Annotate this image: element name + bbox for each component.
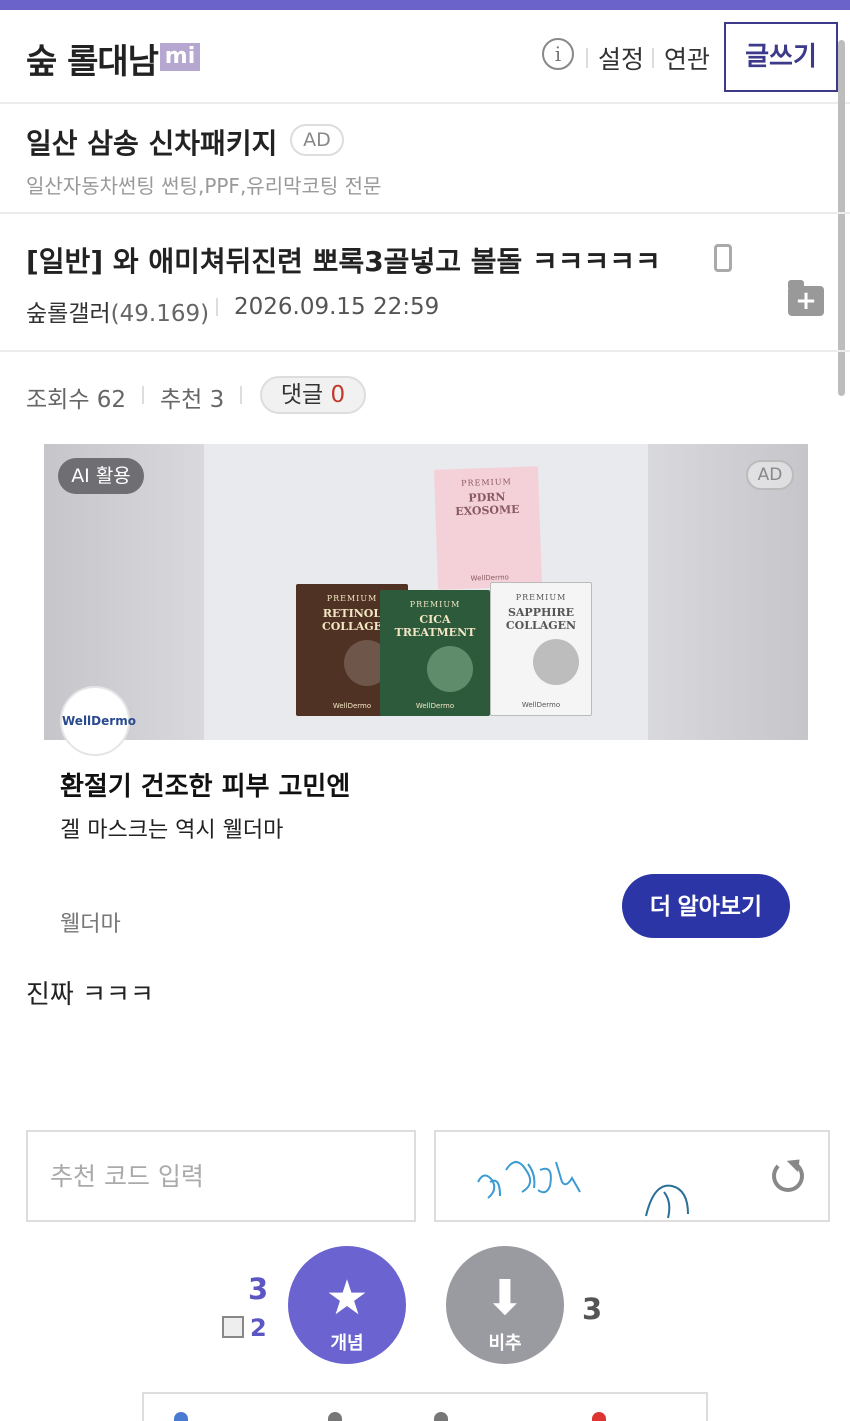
text-ad-title[interactable]: 일산 삼송 신차패키지: [26, 122, 277, 162]
share-icon[interactable]: [174, 1412, 188, 1421]
stats-divider: [142, 386, 144, 404]
vote-down-count: 3: [582, 1292, 603, 1326]
pack-premium-text: PREMIUM: [409, 600, 461, 609]
folder-add-icon[interactable]: +: [788, 280, 824, 316]
refresh-icon[interactable]: [772, 1160, 804, 1192]
mask-face-graphic: [427, 646, 473, 692]
post-author[interactable]: 숲롤갤러(49.169): [26, 294, 209, 328]
post-date: 2026.09.15 22:59: [234, 294, 440, 320]
post-header: [일반] 와 애미쳐뒤진련 뽀록3골넣고 볼돌 ㅋㅋㅋㅋㅋ 숲롤갤러(49.16…: [0, 216, 850, 352]
user-icon[interactable]: [328, 1412, 342, 1421]
not-recommend-button[interactable]: ⬇ 비추: [446, 1246, 564, 1364]
pack-name: SAPPHIRE COLLAGEN: [505, 606, 577, 632]
top-accent-bar: [0, 0, 850, 10]
settings-link[interactable]: 설정: [598, 40, 644, 76]
vote-up-count: 3: [248, 1272, 269, 1306]
pack-name: PDRN EXOSOME: [454, 490, 520, 519]
comments-chip[interactable]: 댓글 0: [260, 376, 366, 414]
product-pack: PREMIUM PDRN EXOSOME WellDermo: [433, 466, 543, 590]
pack-brand: WellDermo: [415, 702, 455, 710]
report-icon[interactable]: [592, 1412, 606, 1421]
author-ip: (49.169): [110, 301, 210, 327]
text-ad-row[interactable]: 일산 삼송 신차패키지 AD 일산자동차썬팅 썬팅,PPF,유리막코팅 전문: [0, 104, 850, 214]
header-divider: [652, 48, 654, 68]
arrow-down-icon: ⬇: [484, 1270, 526, 1326]
brand-logo[interactable]: WellDermo: [60, 686, 136, 756]
ad-brand-name: 웰더마: [60, 912, 121, 937]
recommend-button[interactable]: ★ 개념: [288, 1246, 406, 1364]
view-count: 조회수 62: [26, 387, 127, 413]
ai-usage-chip: AI 활용: [58, 458, 144, 494]
comments-count: 0: [330, 382, 346, 408]
header-divider: [586, 48, 588, 68]
recommend-count: 추천 3: [160, 387, 225, 413]
pack-premium-text: PREMIUM: [461, 477, 512, 488]
ad-subline: 겔 마스크는 역시 웰더마: [60, 818, 284, 843]
mask-face-graphic: [533, 639, 579, 685]
post-title: [일반] 와 애미쳐뒤진련 뽀록3골넣고 볼돌 ㅋㅋㅋㅋㅋ: [26, 245, 661, 278]
star-icon: ★: [325, 1270, 369, 1326]
fixed-vote-icon: [222, 1316, 244, 1338]
gallery-title[interactable]: 숲 롤대남: [26, 34, 159, 83]
info-icon[interactable]: i: [542, 38, 574, 70]
not-recommend-label: 비추: [488, 1333, 522, 1354]
recommend-label: 개념: [330, 1333, 364, 1354]
pack-brand: WellDermo: [521, 701, 561, 709]
learn-more-button[interactable]: 더 알아보기: [622, 874, 790, 938]
captcha-image: [477, 1161, 689, 1219]
fixed-vote-count: 2: [222, 1314, 267, 1342]
related-link[interactable]: 연관: [664, 40, 710, 76]
product-pack: PREMIUM SAPPHIRE COLLAGEN WellDermo: [490, 582, 592, 716]
ad-tag[interactable]: AD: [746, 460, 794, 490]
ad-product-photo: PREMIUM PDRN EXOSOME WellDermo PREMIUM R…: [204, 444, 648, 740]
ad-headline[interactable]: 환절기 건조한 피부 고민엔: [60, 766, 350, 803]
fixed-vote-number: 2: [250, 1314, 267, 1342]
gallery-header: 숲 롤대남 mi i 설정 연관 글쓰기: [0, 10, 850, 104]
post-body: 진짜 ㅋㅋㅋ: [26, 980, 154, 1010]
meta-divider: [216, 298, 218, 316]
comments-label: 댓글: [280, 382, 324, 408]
mi-badge: mi: [160, 43, 200, 71]
ad-chip: AD: [290, 124, 344, 156]
captcha-box: [434, 1130, 830, 1222]
ad-banner-image[interactable]: PREMIUM PDRN EXOSOME WellDermo PREMIUM R…: [44, 444, 808, 740]
phone-icon: [714, 244, 732, 272]
stats-divider: [240, 386, 242, 404]
product-pack: PREMIUM CICA TREATMENT WellDermo: [380, 590, 490, 716]
author-nickname[interactable]: 숲롤갤러: [26, 301, 111, 327]
bookmark-icon[interactable]: [434, 1412, 448, 1421]
recommend-code-input[interactable]: [26, 1130, 416, 1222]
write-button[interactable]: 글쓰기: [724, 22, 838, 92]
pack-name: CICA TREATMENT: [394, 613, 476, 639]
text-ad-subtitle: 일산자동차썬팅 썬팅,PPF,유리막코팅 전문: [26, 174, 382, 198]
pack-premium-text: PREMIUM: [515, 593, 567, 602]
bottom-action-bar: [142, 1392, 708, 1421]
